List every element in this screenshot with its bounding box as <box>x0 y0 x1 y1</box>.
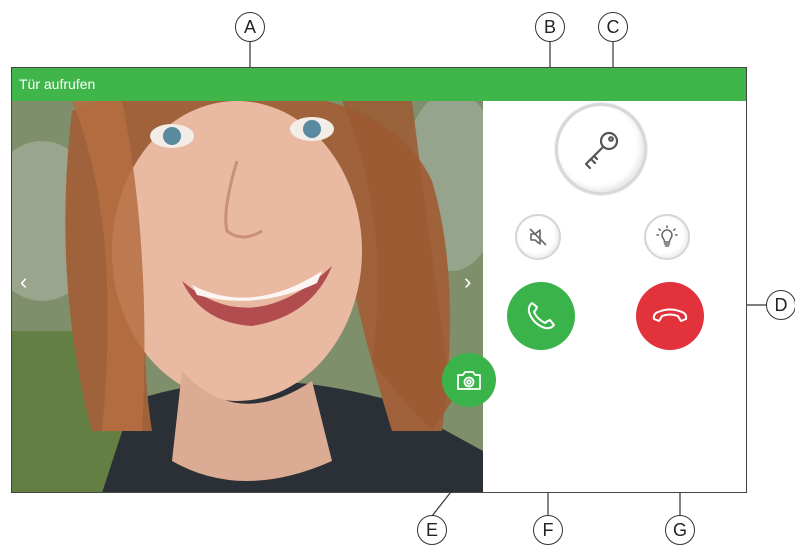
key-icon <box>584 131 619 170</box>
callout-c: C <box>598 12 628 42</box>
camera-icon <box>457 371 481 390</box>
phone-hangup-icon <box>652 308 688 322</box>
phone-icon <box>527 302 555 330</box>
callout-f: F <box>533 515 563 545</box>
light-bulb-icon <box>656 225 678 247</box>
visitor-video-image <box>12 101 483 492</box>
callout-e: E <box>417 515 447 545</box>
light-button[interactable] <box>644 214 690 260</box>
camera-video-feed: ‹ › <box>12 101 483 492</box>
snapshot-button[interactable] <box>442 353 496 407</box>
callout-a: A <box>235 12 265 42</box>
mute-button[interactable] <box>515 214 561 260</box>
window-title: Tür aufrufen <box>19 76 96 92</box>
next-camera-arrow[interactable]: › <box>464 271 471 293</box>
hang-up-button[interactable] <box>636 282 704 350</box>
accept-call-button[interactable] <box>507 282 575 350</box>
callout-d: D <box>766 290 795 320</box>
callout-g: G <box>665 515 695 545</box>
callout-b: B <box>535 12 565 42</box>
door-unlock-button[interactable] <box>555 103 647 195</box>
title-bar: Tür aufrufen <box>12 68 746 101</box>
speaker-mute-icon <box>529 228 547 246</box>
previous-camera-arrow[interactable]: ‹ <box>20 271 27 293</box>
